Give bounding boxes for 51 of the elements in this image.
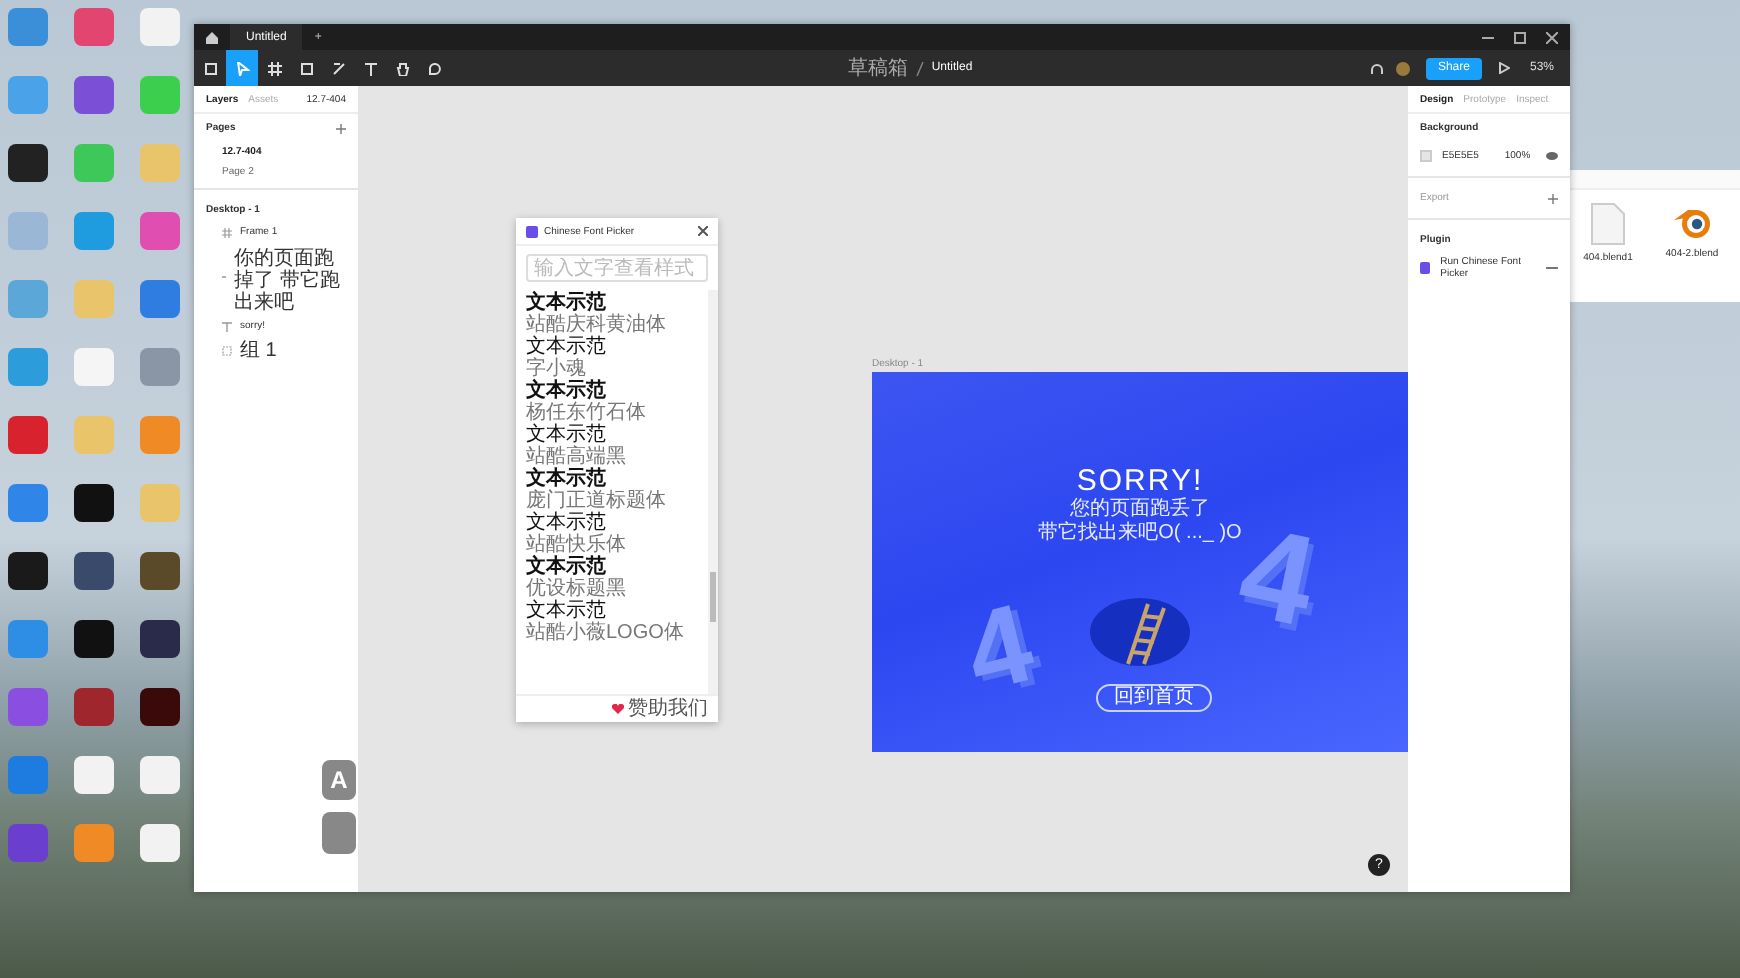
heart-icon — [612, 704, 624, 714]
app-icon[interactable] — [74, 484, 114, 522]
close-icon[interactable] — [1546, 31, 1558, 43]
font-name: 庞门正道标题体 — [526, 490, 668, 512]
play-icon[interactable] — [1497, 62, 1510, 74]
app-icon[interactable] — [8, 552, 48, 590]
sorry-heading: SORRY! — [1076, 464, 1204, 498]
maximize-icon[interactable] — [1514, 31, 1526, 43]
font-name: 站酷庆科黄油体 — [526, 314, 668, 336]
color-swatch[interactable] — [1420, 150, 1432, 162]
font-toggle-button[interactable]: A — [322, 760, 356, 800]
app-icon[interactable] — [8, 144, 48, 182]
minimize-icon[interactable] — [1482, 31, 1494, 43]
font-sample[interactable]: 文本示范 — [526, 336, 698, 358]
floating-button[interactable] — [322, 812, 356, 854]
add-page-icon[interactable] — [336, 123, 346, 133]
font-name: 站酷快乐体 — [526, 534, 628, 556]
add-export-icon[interactable] — [1548, 193, 1558, 203]
sponsor-link[interactable]: 赞助我们 — [628, 698, 708, 720]
message-line: 带它找出来吧O( ..._ )O — [1038, 522, 1242, 544]
font-name: 优设标题黑 — [526, 578, 628, 600]
font-sample[interactable]: 文本示范 — [526, 556, 698, 578]
plugin-icon — [526, 225, 538, 237]
font-sample[interactable]: 文本示范 — [526, 292, 698, 314]
avatar-icon[interactable] — [1395, 61, 1410, 75]
eye-icon[interactable] — [1546, 152, 1558, 160]
font-sample[interactable]: 文本示范 — [526, 424, 698, 446]
font-sample[interactable]: 文本示范 — [526, 600, 698, 622]
font-name: 站酷小薇LOGO体 — [526, 622, 686, 644]
plugin-icon — [1420, 262, 1431, 274]
app-icon[interactable] — [140, 620, 180, 658]
breadcrumb-separator — [915, 61, 924, 75]
app-icon[interactable] — [74, 620, 114, 658]
font-sample[interactable]: 文本示范 — [526, 512, 698, 534]
font-sample[interactable]: 文本示范 — [526, 380, 698, 402]
font-name: 杨任东竹石体 — [526, 402, 648, 424]
folder-name[interactable]: 草稿箱 — [847, 54, 908, 82]
font-name: 字小魂 — [526, 358, 586, 380]
close-icon[interactable] — [698, 226, 708, 236]
layer-item[interactable]: 你的页面跑掉了 带它跑出来吧 — [234, 247, 346, 313]
headphones-icon[interactable] — [1369, 61, 1384, 75]
home-icon[interactable] — [206, 31, 218, 43]
app-icon[interactable] — [140, 688, 180, 726]
font-name: 站酷高端黑 — [526, 446, 628, 468]
digit-sculpture: 4 — [955, 586, 1043, 710]
layer-item[interactable]: 组 1 — [240, 340, 277, 362]
frame-icon — [222, 228, 232, 239]
font-sample[interactable]: 文本示范 — [526, 468, 698, 490]
message-line: 您的页面跑丢了 — [1070, 498, 1210, 521]
group-icon — [222, 346, 232, 356]
home-button[interactable]: 回到首页 — [1096, 684, 1212, 712]
